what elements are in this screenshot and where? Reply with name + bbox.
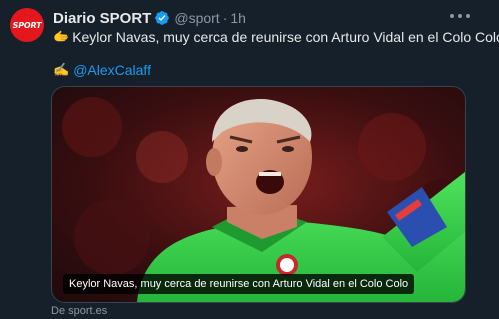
- tweet-text: Keylor Navas, muy cerca de reunirse con …: [72, 29, 499, 45]
- writing-hand-emoji-icon: ✍️: [53, 62, 70, 77]
- separator-dot: ·: [222, 10, 228, 26]
- tweet-header: Diario SPORT @sport · 1h: [53, 9, 246, 27]
- link-card-media[interactable]: Keylor Navas, muy cerca de reunirse con …: [51, 86, 466, 303]
- mention-link[interactable]: @AlexCalaff: [73, 62, 151, 78]
- tweet-card[interactable]: SPORT Diario SPORT @sport · 1h 🫱 Keylor …: [0, 0, 499, 319]
- more-dot: [458, 14, 462, 18]
- timestamp[interactable]: 1h: [230, 10, 246, 26]
- tweet-text-line: 🫱 Keylor Navas, muy cerca de reunirse co…: [53, 29, 499, 45]
- more-dot: [450, 14, 454, 18]
- author-name[interactable]: Diario SPORT: [53, 10, 151, 27]
- article-photo: [52, 87, 465, 302]
- link-source[interactable]: De sport.es: [51, 305, 107, 317]
- tweet-credit-line: ✍️ @AlexCalaff: [53, 62, 151, 78]
- avatar[interactable]: SPORT: [10, 8, 44, 42]
- more-dot: [466, 14, 470, 18]
- author-handle[interactable]: @sport: [174, 10, 219, 26]
- media-caption: Keylor Navas, muy cerca de reunirse con …: [63, 274, 415, 294]
- avatar-logo-text: SPORT: [12, 20, 42, 30]
- handshake-emoji-icon: 🫱: [53, 29, 70, 44]
- verified-badge-icon: [155, 11, 170, 25]
- more-options-icon[interactable]: [450, 8, 470, 24]
